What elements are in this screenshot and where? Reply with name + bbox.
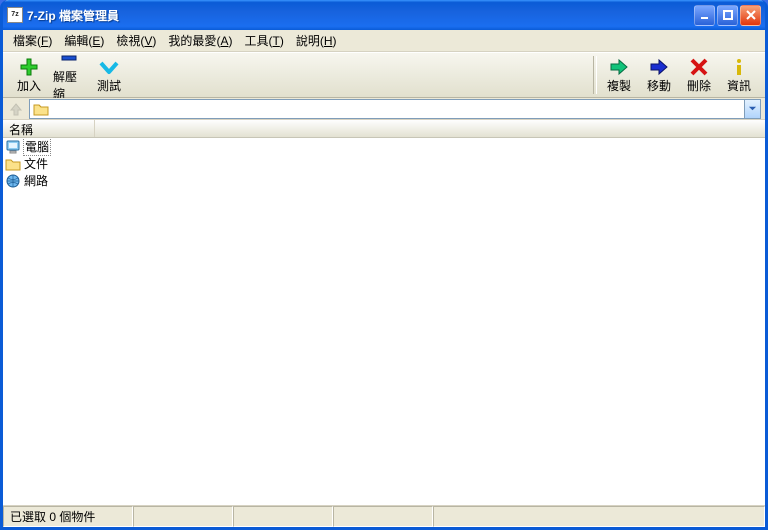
- arrow-right-blue-icon: [649, 57, 669, 77]
- info-icon: [729, 57, 749, 77]
- x-icon: [689, 57, 709, 77]
- list-item[interactable]: 文件: [3, 155, 765, 172]
- list-item-label: 電腦: [23, 138, 51, 156]
- close-button[interactable]: [740, 5, 761, 26]
- list-item-label: 網路: [23, 172, 49, 189]
- window-title: 7-Zip 檔案管理員: [27, 7, 694, 24]
- window-buttons: [694, 5, 761, 26]
- plus-icon: [19, 57, 39, 77]
- chevron-down-icon: [748, 104, 757, 113]
- move-label: 移動: [647, 77, 671, 94]
- copy-label: 複製: [607, 77, 631, 94]
- status-panel: [433, 506, 765, 527]
- menu-view[interactable]: 檢視(V): [110, 30, 162, 51]
- info-label: 資訊: [727, 77, 751, 94]
- extract-button[interactable]: 解壓縮: [49, 46, 89, 104]
- app-window: 7z 7-Zip 檔案管理員 檔案(F) 編輯(E) 檢視(V) 我的最愛(A)…: [0, 0, 768, 530]
- delete-label: 刪除: [687, 77, 711, 94]
- column-header: 名稱: [3, 120, 765, 138]
- list-item[interactable]: 網路: [3, 172, 765, 189]
- address-combo[interactable]: [29, 99, 761, 119]
- add-label: 加入: [17, 77, 41, 94]
- app-icon: 7z: [7, 7, 23, 23]
- copy-button[interactable]: 複製: [599, 55, 639, 96]
- extract-label: 解壓縮: [53, 68, 85, 102]
- check-icon: [99, 57, 119, 77]
- up-button[interactable]: [7, 100, 25, 118]
- arrow-right-green-icon: [609, 57, 629, 77]
- status-panel: [233, 506, 333, 527]
- menubar: 檔案(F) 編輯(E) 檢視(V) 我的最愛(A) 工具(T) 說明(H): [3, 30, 765, 52]
- addressbar: [3, 98, 765, 120]
- address-dropdown-button[interactable]: [744, 100, 760, 118]
- titlebar: 7z 7-Zip 檔案管理員: [3, 0, 765, 30]
- info-button[interactable]: 資訊: [719, 55, 759, 96]
- computer-icon: [5, 139, 21, 155]
- address-input[interactable]: [52, 101, 744, 117]
- move-button[interactable]: 移動: [639, 55, 679, 96]
- add-button[interactable]: 加入: [9, 55, 49, 96]
- menu-favorites[interactable]: 我的最愛(A): [162, 30, 238, 51]
- maximize-button[interactable]: [717, 5, 738, 26]
- menu-help[interactable]: 說明(H): [290, 30, 343, 51]
- column-name[interactable]: 名稱: [3, 120, 95, 137]
- status-panel: [133, 506, 233, 527]
- file-list[interactable]: 電腦 文件 網路: [3, 138, 765, 505]
- up-arrow-icon: [8, 101, 24, 117]
- minus-icon: [59, 48, 79, 68]
- folder-icon: [5, 156, 21, 172]
- network-icon: [5, 173, 21, 189]
- statusbar: 已選取 0 個物件: [3, 505, 765, 527]
- delete-button[interactable]: 刪除: [679, 55, 719, 96]
- folder-icon: [33, 102, 49, 116]
- status-panel: [333, 506, 433, 527]
- toolbar-separator: [593, 56, 597, 94]
- status-text: 已選取 0 個物件: [3, 506, 133, 527]
- toolbar: 加入 解壓縮 測試 複製 移動: [3, 52, 765, 98]
- test-label: 測試: [97, 77, 121, 94]
- minimize-button[interactable]: [694, 5, 715, 26]
- menu-tools[interactable]: 工具(T): [238, 30, 289, 51]
- test-button[interactable]: 測試: [89, 55, 129, 96]
- list-item-label: 文件: [23, 155, 49, 172]
- list-item[interactable]: 電腦: [3, 138, 765, 155]
